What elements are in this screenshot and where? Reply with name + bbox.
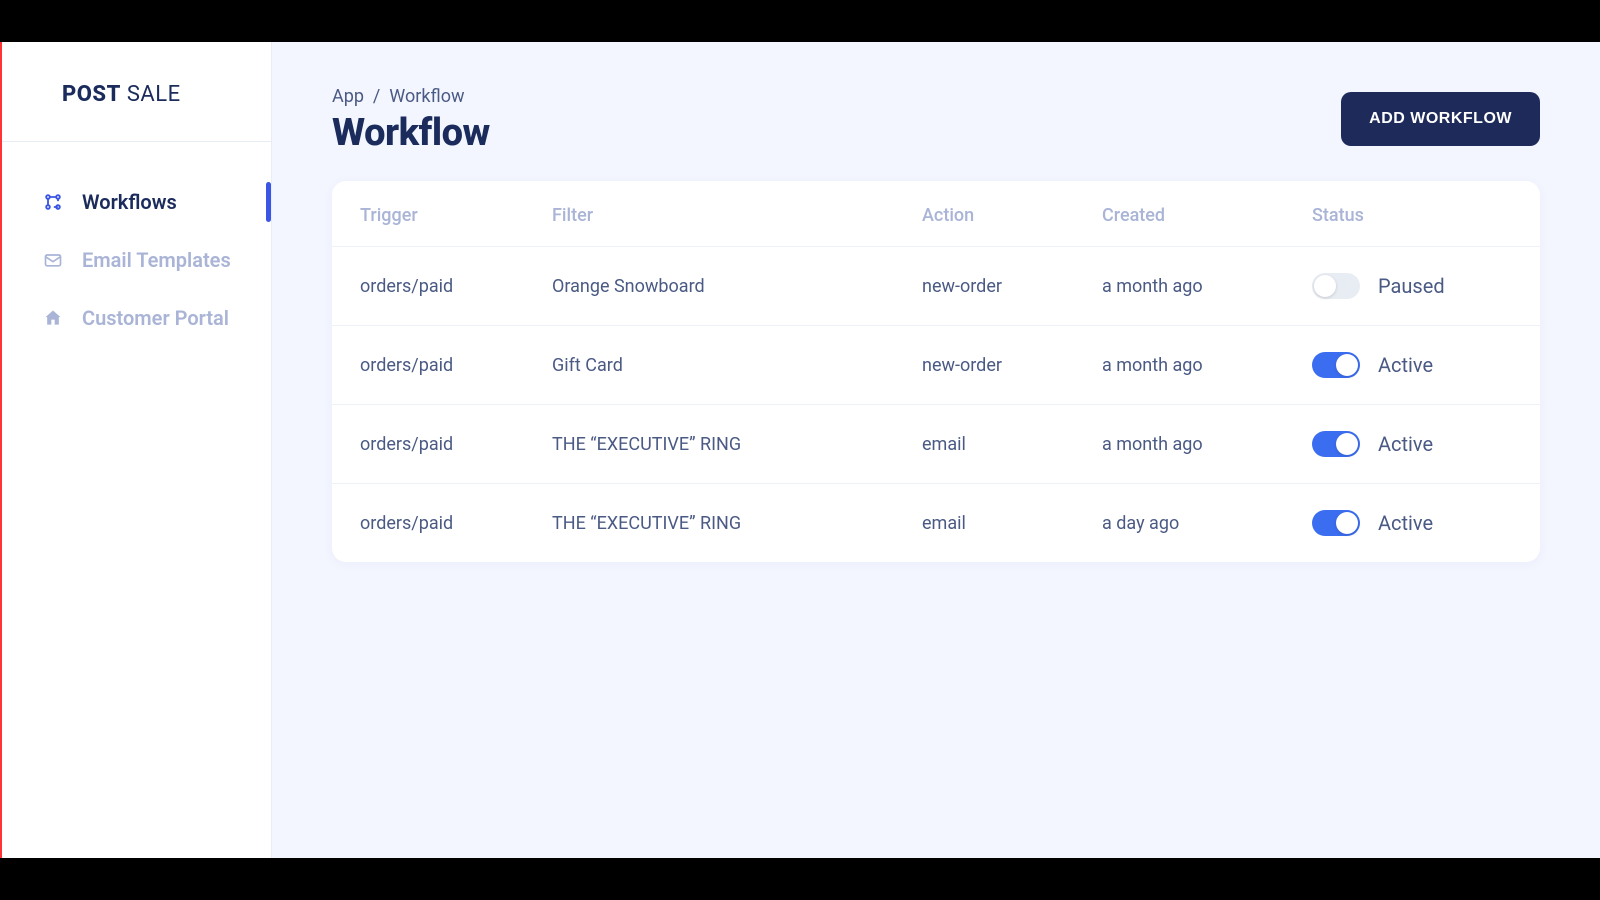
cell-created: a month ago <box>1082 405 1292 484</box>
table-row[interactable]: orders/paidGift Cardnew-ordera month ago… <box>332 326 1540 405</box>
home-icon <box>42 307 64 329</box>
cell-created: a month ago <box>1082 326 1292 405</box>
cell-status: Active <box>1292 484 1540 563</box>
breadcrumb-sep: / <box>373 86 380 107</box>
cell-action: email <box>902 405 1082 484</box>
add-workflow-button[interactable]: ADD WORKFLOW <box>1341 92 1540 146</box>
workflow-icon <box>42 191 64 213</box>
table-row[interactable]: orders/paidTHE “EXECUTIVE” RINGemaila da… <box>332 484 1540 563</box>
table-header-row: Trigger Filter Action Created Status <box>332 181 1540 247</box>
status-toggle[interactable] <box>1312 352 1360 378</box>
sidebar: POST SALE Workflows <box>2 42 272 858</box>
cell-status: Active <box>1292 405 1540 484</box>
sidebar-nav: Workflows Email Templates Customer Po <box>2 142 271 344</box>
sidebar-item-workflows[interactable]: Workflows <box>2 176 271 228</box>
cell-trigger: orders/paid <box>332 405 532 484</box>
breadcrumb-root[interactable]: App <box>332 86 364 107</box>
status-toggle[interactable] <box>1312 510 1360 536</box>
logo: POST SALE <box>2 42 271 142</box>
status-label: Paused <box>1378 274 1445 298</box>
cell-trigger: orders/paid <box>332 484 532 563</box>
sidebar-item-email-templates[interactable]: Email Templates <box>2 234 271 286</box>
logo-text-bold: POST <box>62 82 121 107</box>
col-status: Status <box>1292 181 1540 247</box>
cell-trigger: orders/paid <box>332 247 532 326</box>
cell-created: a month ago <box>1082 247 1292 326</box>
workflow-table-card: Trigger Filter Action Created Status ord… <box>332 181 1540 562</box>
workflow-table: Trigger Filter Action Created Status ord… <box>332 181 1540 562</box>
logo-text-light: SALE <box>127 82 181 107</box>
col-filter: Filter <box>532 181 902 247</box>
sidebar-item-label: Workflows <box>82 190 177 214</box>
cell-filter: THE “EXECUTIVE” RING <box>532 484 902 563</box>
mail-icon <box>42 249 64 271</box>
cell-filter: Gift Card <box>532 326 902 405</box>
table-row[interactable]: orders/paidTHE “EXECUTIVE” RINGemaila mo… <box>332 405 1540 484</box>
col-trigger: Trigger <box>332 181 532 247</box>
status-toggle[interactable] <box>1312 431 1360 457</box>
cell-action: new-order <box>902 326 1082 405</box>
cell-status: Paused <box>1292 247 1540 326</box>
status-label: Active <box>1378 511 1433 535</box>
sidebar-item-label: Customer Portal <box>82 306 229 330</box>
sidebar-item-customer-portal[interactable]: Customer Portal <box>2 292 271 344</box>
cell-action: new-order <box>902 247 1082 326</box>
cell-action: email <box>902 484 1082 563</box>
cell-filter: THE “EXECUTIVE” RING <box>532 405 902 484</box>
breadcrumb: App / Workflow <box>332 86 490 107</box>
main-content: App / Workflow Workflow ADD WORKFLOW Tri… <box>272 42 1600 858</box>
col-created: Created <box>1082 181 1292 247</box>
breadcrumb-current: Workflow <box>389 86 464 107</box>
status-label: Active <box>1378 353 1433 377</box>
page-title: Workflow <box>332 111 490 155</box>
table-row[interactable]: orders/paidOrange Snowboardnew-ordera mo… <box>332 247 1540 326</box>
sidebar-item-label: Email Templates <box>82 248 231 272</box>
status-label: Active <box>1378 432 1433 456</box>
cell-filter: Orange Snowboard <box>532 247 902 326</box>
cell-created: a day ago <box>1082 484 1292 563</box>
cell-trigger: orders/paid <box>332 326 532 405</box>
status-toggle[interactable] <box>1312 273 1360 299</box>
cell-status: Active <box>1292 326 1540 405</box>
page-header: App / Workflow Workflow ADD WORKFLOW <box>332 86 1540 155</box>
col-action: Action <box>902 181 1082 247</box>
